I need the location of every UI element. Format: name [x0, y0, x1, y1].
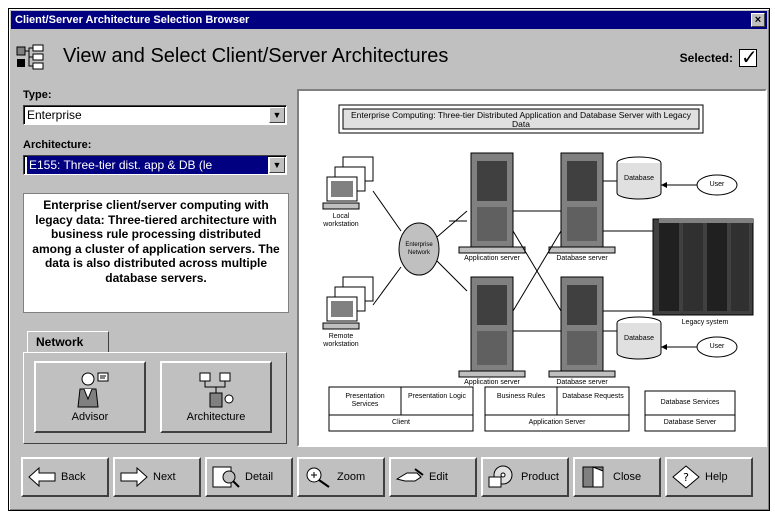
app-server-top-label: Application server	[464, 255, 520, 262]
tab-body: Advisor Architecture	[23, 352, 287, 444]
db-cell-1: Database Services	[660, 399, 720, 406]
bottom-toolbar: Back Next Detail Zoom Edit Product Close…	[17, 453, 767, 503]
close-icon[interactable]: ×	[751, 13, 765, 27]
remote-workstations	[322, 276, 374, 330]
chevron-down-icon[interactable]: ▼	[269, 107, 285, 123]
diagram-title: Enterprise Computing: Three-tier Distrib…	[350, 110, 692, 129]
back-arrow-icon	[28, 466, 56, 488]
local-workstations	[322, 156, 374, 210]
diagram-graphics	[322, 104, 754, 432]
client-cell-2: Presentation Logic	[408, 393, 466, 400]
next-button[interactable]: Next	[113, 457, 201, 497]
page-title: View and Select Client/Server Architectu…	[63, 45, 449, 67]
database-top-label: Database	[624, 175, 654, 182]
app-server-bottom-label: Application server	[464, 379, 520, 386]
architecture-description: Enterprise client/server computing with …	[23, 193, 289, 313]
chevron-down-icon[interactable]: ▼	[269, 157, 285, 173]
architecture-icon	[199, 372, 234, 408]
db-server-top-label: Database server	[556, 255, 608, 262]
zoom-button[interactable]: Zoom	[297, 457, 385, 497]
edit-button[interactable]: Edit	[389, 457, 477, 497]
remote-workstation-label: Remote workstation	[323, 333, 359, 348]
advisor-icon	[77, 372, 109, 408]
app-cell-1: Business Rules	[496, 393, 546, 400]
db-server-bottom	[548, 276, 616, 378]
database-bottom-label: Database	[624, 335, 654, 342]
tab-network[interactable]: Network	[27, 331, 109, 353]
local-workstation-label: Local workstation	[323, 213, 359, 228]
header: View and Select Client/Server Architectu…	[15, 37, 763, 77]
close-button[interactable]: Close	[573, 457, 661, 497]
magnifier-document-icon	[212, 466, 240, 488]
product-disc-icon	[488, 465, 513, 488]
zoom-label: Zoom	[337, 471, 366, 483]
window-title: Client/Server Architecture Selection Bro…	[15, 14, 250, 26]
type-select[interactable]: Enterprise ▼	[23, 105, 287, 125]
app-footer: Application Server	[528, 419, 586, 426]
architecture-label: Architecture:	[23, 139, 92, 151]
user-top-label: User	[709, 181, 725, 188]
app-server-bottom	[458, 276, 526, 378]
selected-checkbox[interactable]	[739, 45, 758, 70]
main-window: Client/Server Architecture Selection Bro…	[8, 8, 770, 511]
help-button[interactable]: ? Help	[665, 457, 753, 497]
user-bottom-label: User	[709, 343, 725, 350]
selected-toggle: Selected:	[679, 45, 758, 70]
next-label: Next	[153, 471, 176, 483]
detail-button[interactable]: Detail	[205, 457, 293, 497]
help-label: Help	[705, 471, 728, 483]
svg-text:?: ?	[683, 471, 689, 484]
legacy-system-label: Legacy system	[681, 319, 729, 326]
architecture-button-label: Architecture	[186, 411, 246, 423]
product-label: Product	[521, 471, 559, 483]
selected-label: Selected:	[679, 51, 733, 65]
architecture-diagram: Enterprise Computing: Three-tier Distrib…	[297, 89, 767, 447]
type-value: Enterprise	[27, 108, 82, 122]
org-chart-icon	[16, 44, 44, 70]
app-server-top	[458, 152, 526, 254]
db-server-bottom-label: Database server	[556, 379, 608, 386]
close-door-icon	[582, 466, 604, 488]
architecture-value: E155: Three-tier dist. app & DB (le	[27, 156, 268, 174]
architecture-button[interactable]: Architecture	[160, 361, 272, 433]
edit-hand-icon	[395, 468, 424, 482]
edit-label: Edit	[429, 471, 448, 483]
title-bar: Client/Server Architecture Selection Bro…	[11, 11, 767, 29]
architecture-select[interactable]: E155: Three-tier dist. app & DB (le ▼	[23, 155, 287, 175]
zoom-icon	[306, 467, 330, 488]
advisor-label: Advisor	[71, 411, 109, 423]
detail-label: Detail	[245, 471, 274, 483]
network-cloud-label: Enterprise Network	[405, 242, 433, 256]
network-tab-panel: Network Advisor Architecture	[15, 325, 287, 445]
app-cell-2: Database Requests	[562, 393, 624, 400]
client-cell-1: Presentation Services	[345, 393, 385, 408]
back-label: Back	[61, 471, 86, 483]
help-diamond-icon: ?	[672, 465, 700, 489]
client-footer: Client	[392, 419, 410, 426]
back-button[interactable]: Back	[21, 457, 109, 497]
advisor-button[interactable]: Advisor	[34, 361, 146, 433]
type-label: Type:	[23, 89, 52, 101]
db-footer: Database Server	[663, 419, 717, 426]
legacy-system	[652, 218, 754, 316]
product-button[interactable]: Product	[481, 457, 569, 497]
close-label: Close	[613, 471, 642, 483]
next-arrow-icon	[120, 466, 148, 488]
db-server-top	[548, 152, 616, 254]
